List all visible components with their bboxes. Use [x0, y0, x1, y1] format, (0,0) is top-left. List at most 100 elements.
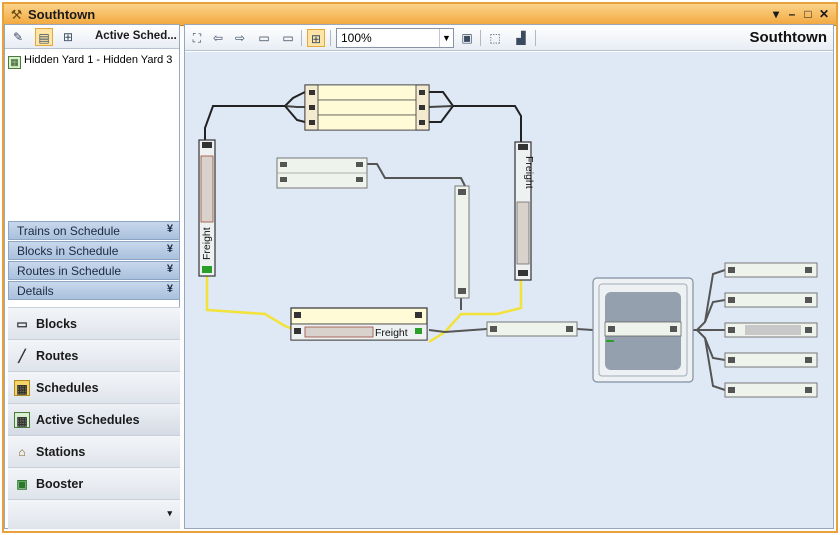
nav-active-schedules[interactable]: ▦ Active Schedules — [8, 403, 180, 435]
yard-track-block[interactable] — [724, 382, 818, 398]
block-frame — [486, 321, 578, 337]
block-left-vertical[interactable]: Freight — [198, 139, 216, 277]
signal-icon — [419, 90, 425, 95]
yard-track-block[interactable] — [724, 352, 818, 368]
list-item[interactable]: ▦ Hidden Yard 1 - Hidden Yard 3 — [8, 54, 172, 69]
track-segment — [204, 91, 306, 140]
list-item-label: Hidden Yard 1 - Hidden Yard 3 — [24, 54, 173, 66]
block-group-top[interactable] — [304, 84, 430, 131]
active-route-path — [205, 276, 296, 332]
window-menu-button[interactable]: ▾ — [768, 6, 784, 22]
block-right-vertical[interactable]: Freight — [514, 141, 535, 281]
signal-icon — [805, 267, 812, 273]
zoom-value: 100% — [341, 31, 372, 45]
open-icon[interactable]: ✎ — [9, 28, 27, 46]
signal-icon — [805, 297, 812, 303]
list-view-icon[interactable]: ▤ — [35, 28, 53, 46]
signal-icon — [728, 267, 735, 273]
nav-label: Active Schedules — [36, 413, 140, 427]
signal-icon — [728, 387, 735, 393]
signal-icon — [419, 120, 425, 125]
nav-label: Routes — [36, 349, 79, 363]
station-app-icon: ⚒ — [10, 7, 23, 22]
hidden-yard[interactable] — [592, 277, 694, 383]
back-arrow-icon[interactable]: ⇦ — [209, 29, 227, 47]
schedule-list: ▦ Hidden Yard 1 - Hidden Yard 3 — [5, 50, 179, 245]
chevron-down-icon: ▾ — [167, 508, 172, 518]
signal-icon — [608, 326, 615, 332]
track-segment — [428, 105, 454, 108]
signal-icon — [728, 297, 735, 303]
track-segment — [428, 328, 488, 334]
block-row[interactable] — [304, 114, 430, 131]
yard-track-block[interactable] — [724, 292, 818, 308]
signal-icon — [202, 142, 212, 148]
train-icon — [304, 326, 374, 338]
block-connector[interactable] — [486, 321, 578, 337]
block-row[interactable] — [304, 99, 430, 116]
section-label: Trains on Schedule — [17, 224, 120, 238]
block-group-inner[interactable] — [276, 157, 368, 189]
signal-icon — [356, 162, 363, 167]
left-panel-heading: Active Sched... — [95, 30, 177, 42]
signal-icon — [805, 357, 812, 363]
signal-icon — [805, 387, 812, 393]
routes-icon: ╱ — [18, 349, 26, 363]
chevron-down-icon: ¥ — [166, 223, 173, 235]
block-small-icon[interactable]: ▭ — [255, 29, 273, 47]
block-large-icon[interactable]: ▭ — [279, 29, 297, 47]
section-details[interactable]: Details ¥ — [8, 281, 180, 300]
signal-icon — [566, 326, 573, 332]
track-layout-canvas[interactable]: Freight Freight Freight — [185, 52, 833, 528]
blocks-icon: ▭ — [16, 317, 28, 331]
block-row[interactable] — [304, 84, 430, 101]
train-icon — [516, 201, 530, 265]
track-segment — [429, 105, 454, 123]
signal-icon — [294, 328, 301, 334]
train-icon[interactable]: ▟ — [512, 29, 530, 47]
section-blocks-in-schedule[interactable]: Blocks in Schedule ¥ — [8, 241, 180, 260]
tree-view-icon[interactable]: ⊞ — [59, 28, 77, 46]
chevron-down-icon: ▼ — [439, 29, 453, 47]
nav-schedules[interactable]: ▦ Schedules — [8, 371, 180, 403]
track-segment — [576, 328, 594, 331]
signal-icon — [309, 90, 315, 95]
nav-label: Blocks — [36, 317, 77, 331]
signal-icon — [670, 326, 677, 332]
track-segment — [367, 163, 466, 187]
layout-panel: ⛶ ⇦ ⇨ ▭ ▭ ⊞ 100% ▼ ▣ ⬚ ▟ Southtown Freig… — [184, 24, 834, 529]
nav-label: Booster — [36, 477, 84, 491]
track-segment — [284, 105, 305, 108]
block-inner-vertical[interactable] — [454, 185, 470, 299]
signal-icon — [309, 105, 315, 110]
toolbar-divider — [480, 30, 481, 46]
block-row[interactable] — [604, 321, 682, 337]
nav-blocks[interactable]: ▭ Blocks — [8, 307, 180, 339]
signal-icon — [280, 162, 287, 167]
nav-booster[interactable]: ▣ Booster — [8, 467, 180, 499]
schedule-icon: ▦ — [8, 56, 21, 69]
track-diagram: Freight Freight Freight — [198, 84, 818, 398]
yard-track-block[interactable] — [724, 262, 818, 278]
fit-window-icon[interactable]: ▣ — [458, 29, 476, 47]
schedules-icon: ▦ — [14, 380, 30, 396]
section-routes-in-schedule[interactable]: Routes in Schedule ¥ — [8, 261, 180, 280]
section-label: Routes in Schedule — [17, 264, 122, 278]
forward-arrow-icon[interactable]: ⇨ — [231, 29, 249, 47]
select-pointer-icon[interactable]: ⬚ — [486, 29, 504, 47]
layout-tree-icon[interactable]: ⊞ — [307, 29, 325, 47]
yard-track-blocks[interactable] — [724, 262, 818, 398]
nav-overflow-button[interactable]: ▾ — [8, 499, 180, 529]
block-group-bottom[interactable]: Freight — [290, 307, 428, 341]
nav-routes[interactable]: ╱ Routes — [8, 339, 180, 371]
toolbar-divider — [301, 30, 302, 46]
zoom-select[interactable]: 100% ▼ — [336, 28, 454, 48]
layout-toolbar: ⛶ ⇦ ⇨ ▭ ▭ ⊞ 100% ▼ ▣ ⬚ ▟ Southtown — [185, 25, 833, 51]
signal-icon — [805, 327, 812, 333]
nav-stations[interactable]: ⌂ Stations — [8, 435, 180, 467]
section-trains-on-schedule[interactable]: Trains on Schedule ¥ — [8, 221, 180, 240]
minimize-button[interactable]: – — [784, 6, 800, 22]
maximize-button[interactable]: □ — [800, 6, 816, 22]
route-tool-icon[interactable]: ⛶ — [188, 29, 206, 47]
close-button[interactable]: ✕ — [816, 6, 832, 22]
